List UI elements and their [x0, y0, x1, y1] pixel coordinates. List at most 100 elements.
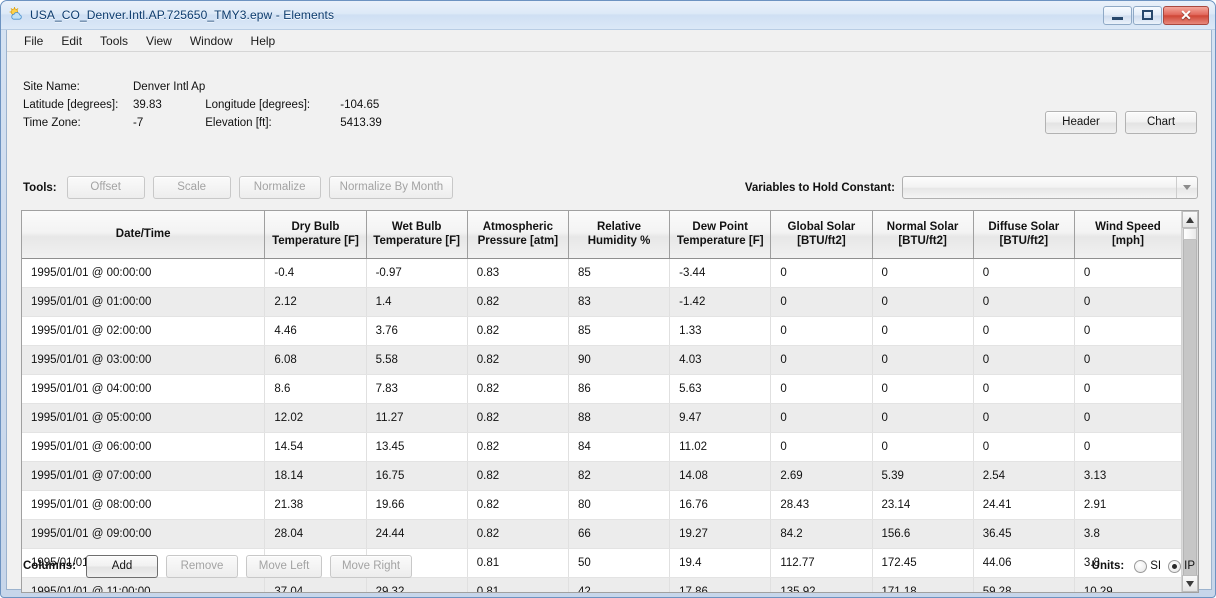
- cell-value[interactable]: 0: [770, 287, 873, 317]
- cell-value[interactable]: 28.43: [770, 490, 873, 520]
- cell-value[interactable]: 0: [973, 374, 1075, 404]
- units-si-option[interactable]: SI: [1134, 559, 1161, 573]
- radio-ip[interactable]: [1168, 559, 1182, 573]
- chart-button[interactable]: Chart: [1125, 111, 1197, 134]
- cell-value[interactable]: 1.33: [669, 316, 772, 346]
- cell-datetime[interactable]: 1995/01/01 @ 07:00:00: [22, 461, 266, 491]
- cell-value[interactable]: 1.4: [366, 287, 468, 317]
- cell-value[interactable]: 19.66: [366, 490, 468, 520]
- menu-view[interactable]: View: [137, 32, 181, 50]
- cell-value[interactable]: 23.14: [872, 490, 974, 520]
- cell-value[interactable]: 13.45: [366, 432, 468, 462]
- cell-value[interactable]: 90: [568, 345, 671, 375]
- cell-value[interactable]: 0.82: [467, 287, 569, 317]
- cell-value[interactable]: 0.83: [467, 258, 569, 288]
- cell-value[interactable]: 0: [1074, 345, 1181, 375]
- cell-value[interactable]: 5.39: [872, 461, 974, 491]
- column-header-global-solar[interactable]: Global Solar [BTU/ft2]: [770, 211, 873, 259]
- cell-value[interactable]: -3.44: [669, 258, 772, 288]
- cell-value[interactable]: 2.54: [973, 461, 1075, 491]
- column-header-relative-humidity[interactable]: Relative Humidity %: [568, 211, 671, 259]
- column-header-diffuse-solar[interactable]: Diffuse Solar [BTU/ft2]: [973, 211, 1075, 259]
- cell-value[interactable]: 0: [872, 432, 974, 462]
- cell-value[interactable]: 0: [872, 316, 974, 346]
- cell-value[interactable]: 0: [973, 258, 1075, 288]
- cell-value[interactable]: 84: [568, 432, 671, 462]
- table-row[interactable]: 1995/01/01 @ 08:00:00 21.38 19.66 0.82 80 16.…: [22, 490, 1181, 520]
- cell-value[interactable]: 80: [568, 490, 671, 520]
- cell-value[interactable]: 0: [1074, 374, 1181, 404]
- menu-file[interactable]: File: [15, 32, 52, 50]
- table-row[interactable]: 1995/01/01 @ 06:00:00 14.54 13.45 0.82 84 11.…: [22, 432, 1181, 462]
- menu-tools[interactable]: Tools: [91, 32, 137, 50]
- column-header-wind-speed[interactable]: Wind Speed [mph]: [1074, 211, 1181, 259]
- cell-value[interactable]: 0: [973, 403, 1075, 433]
- cell-value[interactable]: -0.97: [366, 258, 468, 288]
- table-row[interactable]: 1995/01/01 @ 01:00:00 2.12 1.4 0.82 83 -1.42 0…: [22, 287, 1181, 317]
- table-row[interactable]: 1995/01/01 @ 07:00:00 18.14 16.75 0.82 82 14.…: [22, 461, 1181, 491]
- cell-datetime[interactable]: 1995/01/01 @ 08:00:00: [22, 490, 266, 520]
- cell-value[interactable]: 0: [872, 345, 974, 375]
- table-vertical-scrollbar[interactable]: [1181, 211, 1198, 592]
- cell-value[interactable]: 0: [770, 403, 873, 433]
- scrollbar-track[interactable]: [1182, 228, 1198, 575]
- cell-value[interactable]: 2.12: [264, 287, 367, 317]
- move-right-button[interactable]: Move Right: [330, 554, 413, 578]
- cell-value[interactable]: 0: [1074, 432, 1181, 462]
- cell-value[interactable]: 0: [770, 316, 873, 346]
- cell-datetime[interactable]: 1995/01/01 @ 05:00:00: [22, 403, 266, 433]
- normalize-by-month-button[interactable]: Normalize By Month: [328, 176, 453, 199]
- cell-value[interactable]: -0.4: [264, 258, 367, 288]
- cell-value[interactable]: 0.82: [467, 490, 569, 520]
- cell-value[interactable]: 0: [872, 258, 974, 288]
- column-header-dew-point-temperature[interactable]: Dew Point Temperature [F]: [669, 211, 772, 259]
- cell-value[interactable]: 85: [568, 258, 671, 288]
- cell-value[interactable]: 0: [872, 374, 974, 404]
- radio-si[interactable]: [1134, 559, 1148, 573]
- chevron-down-icon[interactable]: [1176, 177, 1197, 198]
- cell-value[interactable]: 0: [1074, 258, 1181, 288]
- cell-value[interactable]: 4.46: [264, 316, 367, 346]
- cell-value[interactable]: 0: [770, 432, 873, 462]
- remove-column-button[interactable]: Remove: [166, 554, 239, 578]
- cell-value[interactable]: 0: [1074, 287, 1181, 317]
- cell-value[interactable]: 0: [770, 345, 873, 375]
- close-button[interactable]: ✕: [1163, 5, 1209, 25]
- cell-value[interactable]: 6.08: [264, 345, 367, 375]
- cell-datetime[interactable]: 1995/01/01 @ 04:00:00: [22, 374, 266, 404]
- cell-value[interactable]: 18.14: [264, 461, 367, 491]
- cell-value[interactable]: 21.38: [264, 490, 367, 520]
- cell-value[interactable]: 0: [973, 287, 1075, 317]
- cell-value[interactable]: 0: [973, 345, 1075, 375]
- cell-datetime[interactable]: 1995/01/01 @ 03:00:00: [22, 345, 266, 375]
- scroll-up-button[interactable]: [1182, 211, 1198, 228]
- cell-datetime[interactable]: 1995/01/01 @ 00:00:00: [22, 258, 266, 288]
- cell-value[interactable]: 0: [770, 258, 873, 288]
- cell-value[interactable]: 5.63: [669, 374, 772, 404]
- normalize-button[interactable]: Normalize: [238, 176, 321, 199]
- minimize-button[interactable]: [1103, 5, 1132, 25]
- cell-value[interactable]: 3.76: [366, 316, 468, 346]
- cell-value[interactable]: 85: [568, 316, 671, 346]
- cell-value[interactable]: 0: [770, 374, 873, 404]
- cell-value[interactable]: 0.82: [467, 316, 569, 346]
- column-header-dry-bulb-temperature[interactable]: Dry Bulb Temperature [F]: [264, 211, 367, 259]
- menu-help[interactable]: Help: [242, 32, 285, 50]
- add-column-button[interactable]: Add: [86, 554, 159, 578]
- cell-value[interactable]: 0: [1074, 316, 1181, 346]
- cell-value[interactable]: 12.02: [264, 403, 367, 433]
- cell-value[interactable]: 0.82: [467, 374, 569, 404]
- column-header-datetime[interactable]: Date/Time: [22, 211, 266, 259]
- cell-value[interactable]: 86: [568, 374, 671, 404]
- scrollbar-thumb[interactable]: [1183, 228, 1197, 240]
- column-header-wet-bulb-temperature[interactable]: Wet Bulb Temperature [F]: [366, 211, 468, 259]
- units-ip-option[interactable]: IP: [1168, 559, 1195, 573]
- cell-value[interactable]: 16.76: [669, 490, 772, 520]
- cell-value[interactable]: 9.47: [669, 403, 772, 433]
- cell-value[interactable]: 5.58: [366, 345, 468, 375]
- cell-value[interactable]: 0.82: [467, 345, 569, 375]
- move-left-button[interactable]: Move Left: [246, 554, 323, 578]
- cell-value[interactable]: 0.82: [467, 432, 569, 462]
- cell-value[interactable]: 8.6: [264, 374, 367, 404]
- cell-value[interactable]: 14.54: [264, 432, 367, 462]
